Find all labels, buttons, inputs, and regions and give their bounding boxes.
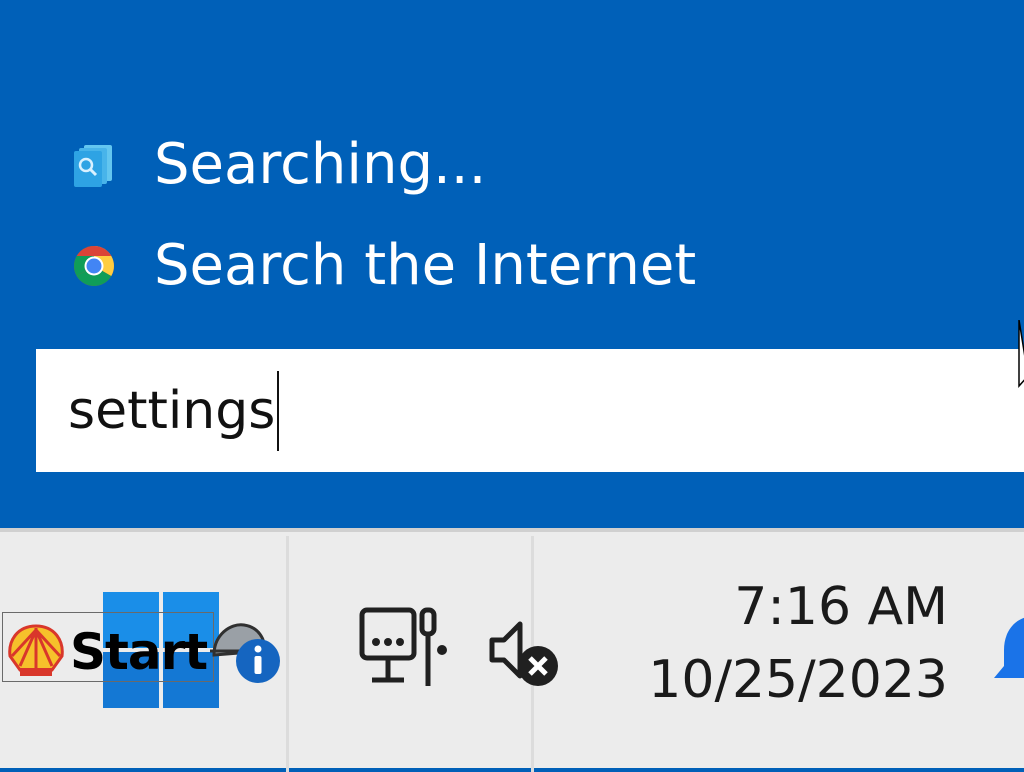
mouse-cursor-icon <box>1018 320 1024 388</box>
network-icon[interactable] <box>358 606 450 690</box>
clock-date: 10/25/2023 <box>648 650 948 710</box>
result-searching[interactable]: Searching... <box>70 135 486 195</box>
weather-info-icon[interactable] <box>208 615 286 690</box>
taskbar-clock[interactable]: 7:16 AM 10/25/2023 <box>648 574 948 720</box>
chrome-icon <box>70 242 118 290</box>
result-searching-label: Searching... <box>154 132 487 197</box>
taskbar-divider <box>286 536 289 772</box>
result-search-internet[interactable]: Search the Internet <box>70 236 696 296</box>
search-query-text[interactable]: settings <box>68 370 280 451</box>
shell-icon <box>8 624 64 676</box>
search-results-panel: Searching... Search the Internet setting… <box>0 0 1024 528</box>
result-search-internet-label: Search the Internet <box>154 233 697 298</box>
volume-muted-icon[interactable] <box>488 618 564 690</box>
search-files-icon <box>70 141 118 189</box>
bell-icon[interactable] <box>992 610 1024 690</box>
search-input[interactable]: settings <box>36 349 1024 472</box>
start-label[interactable]: Start <box>70 617 208 687</box>
clock-time: 7:16 AM <box>734 577 948 637</box>
